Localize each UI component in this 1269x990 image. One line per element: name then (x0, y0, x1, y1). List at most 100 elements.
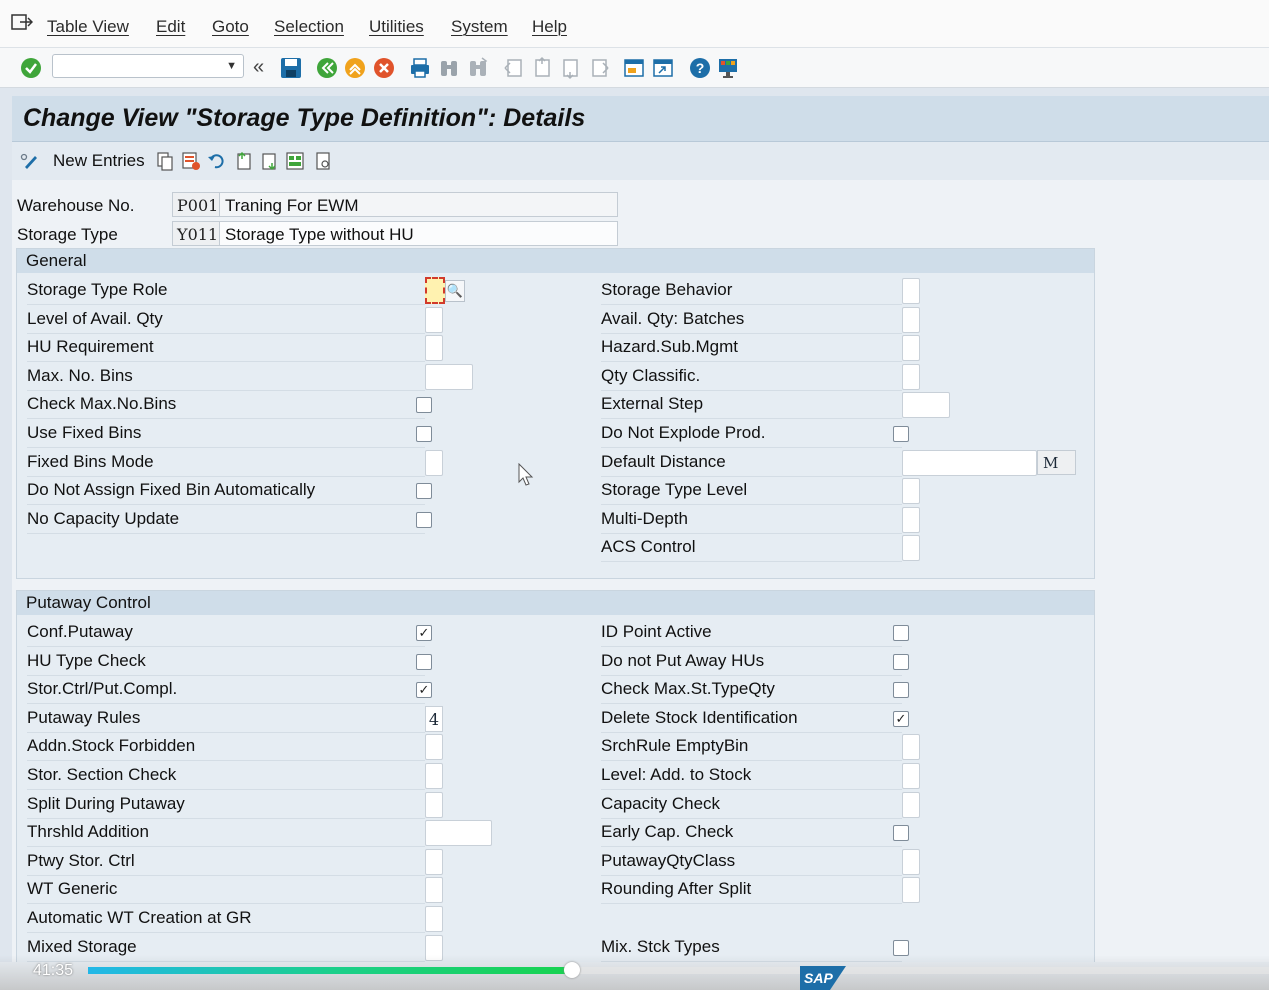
menu-selection[interactable]: Selection (274, 17, 344, 37)
check-max-st-typeqty-checkbox[interactable] (893, 682, 909, 699)
multi-depth-label: Multi-Depth (601, 508, 688, 528)
stor-section-check-separator (27, 789, 425, 790)
putawayqtyclass-field[interactable] (902, 848, 920, 875)
menu-edit[interactable]: Edit (156, 17, 185, 37)
multi-depth-separator (601, 532, 902, 534)
menu-table-view[interactable]: Table View (47, 17, 129, 37)
avail-qty-batches-field[interactable] (902, 306, 920, 333)
hazard-sub-mgmt-field[interactable] (902, 335, 920, 362)
putaway-rules-separator (27, 731, 425, 733)
mix-stck-types-checkbox[interactable] (893, 939, 909, 956)
copy-as-icon[interactable] (155, 151, 175, 171)
qty-classific-field[interactable] (902, 363, 920, 390)
menu-help[interactable]: Help (532, 17, 567, 37)
level-of-avail-qty-separator (27, 332, 425, 334)
dropdown-arrow-icon[interactable]: ▼ (226, 60, 237, 72)
automatic-wt-creation-at-gr-field[interactable] (425, 906, 443, 932)
do-not-explode-prod-label: Do Not Explode Prod. (601, 423, 766, 442)
fixed-bins-mode-field[interactable] (425, 449, 443, 476)
menu-utilities[interactable]: Utilities (369, 17, 424, 37)
capacity-check-separator (601, 817, 902, 819)
default-distance-field[interactable] (902, 449, 1037, 476)
early-cap-check-checkbox[interactable] (893, 825, 909, 842)
check-max-no-bins-label: Check Max.No.Bins (27, 394, 177, 414)
undo-change-icon[interactable] (207, 151, 227, 171)
video-progress-track[interactable] (88, 967, 1269, 974)
video-time: 41:35 (33, 962, 74, 979)
mix-stck-types-label: Mix. Stck Types (601, 936, 720, 956)
help-icon[interactable]: ? (688, 56, 712, 80)
level-of-avail-qty-field[interactable] (425, 306, 443, 333)
find-icon[interactable] (437, 56, 461, 80)
last-page-icon[interactable] (587, 56, 611, 80)
create-session-icon[interactable] (622, 56, 646, 80)
customize-layout-icon[interactable] (716, 56, 740, 80)
next-entry-icon[interactable] (260, 151, 280, 171)
automatic-wt-creation-at-gr-label: Automatic WT Creation at GR (27, 908, 252, 927)
ptwy-stor-ctrl-field[interactable] (425, 848, 443, 875)
print-field-list-icon[interactable] (313, 151, 333, 171)
thrshld-addition-field[interactable] (425, 820, 492, 847)
do-not-assign-fixed-bin-automatically-checkbox[interactable] (416, 483, 432, 500)
menu-goto[interactable]: Goto (212, 17, 249, 37)
capacity-check-field[interactable] (902, 791, 920, 818)
new-entries-button[interactable]: New Entries (53, 151, 145, 171)
split-during-putaway-field[interactable] (425, 791, 443, 818)
storage-behavior-field[interactable] (902, 278, 920, 304)
max-no-bins-field[interactable] (425, 363, 473, 390)
rounding-after-split-field[interactable] (902, 877, 920, 904)
check-max-no-bins-checkbox[interactable] (416, 397, 432, 414)
back-chevron-icon[interactable]: « (253, 56, 264, 79)
next-page-icon[interactable] (558, 56, 582, 80)
level-add-to-stock-field[interactable] (902, 763, 920, 789)
do-not-assign-fixed-bin-automatically-label: Do Not Assign Fixed Bin Automatically (27, 480, 316, 500)
srchrule-emptybin-field[interactable] (902, 734, 920, 761)
external-step-label: External Step (601, 394, 704, 414)
find-next-icon[interactable] (466, 56, 490, 80)
putaway-rules-field[interactable]: 4 (425, 705, 443, 732)
no-capacity-update-checkbox[interactable] (416, 511, 432, 528)
display-change-icon[interactable] (19, 151, 39, 171)
do-not-put-away-hus-checkbox[interactable] (893, 653, 909, 670)
stor-section-check-field[interactable] (425, 763, 443, 789)
wt-generic-field[interactable] (425, 877, 443, 904)
max-no-bins-separator (27, 389, 425, 391)
select-all-icon[interactable] (285, 151, 305, 171)
shortcut-icon[interactable] (651, 56, 675, 80)
delete-icon[interactable] (181, 151, 201, 171)
multi-depth-field[interactable] (902, 506, 920, 533)
delete-stock-identification-label: Delete Stock Identification (601, 707, 798, 727)
previous-entry-icon[interactable] (233, 151, 253, 171)
previous-page-icon[interactable] (530, 56, 554, 80)
cancel-icon[interactable] (372, 56, 396, 80)
hu-type-check-checkbox[interactable] (416, 653, 432, 670)
video-progress-knob[interactable] (564, 962, 580, 978)
acs-control-field[interactable] (902, 535, 920, 562)
search-help-icon[interactable]: 🔍 (445, 280, 465, 302)
stor-ctrl-put-compl-checkbox[interactable]: ✓ (416, 682, 432, 699)
id-point-active-checkbox[interactable] (893, 625, 909, 641)
conf-putaway-checkbox[interactable]: ✓ (416, 625, 432, 641)
storage-type-role-field[interactable] (425, 277, 445, 304)
save-icon[interactable] (279, 56, 303, 80)
hu-requirement-field[interactable] (425, 335, 443, 362)
enter-check-icon[interactable] (19, 56, 43, 80)
menu-exit-icon[interactable] (11, 14, 33, 30)
command-field[interactable]: ▼ (52, 54, 244, 78)
qty-classific-label: Qty Classific. (601, 365, 701, 385)
storage-type-level-field[interactable] (902, 478, 920, 505)
addn-stock-forbidden-field[interactable] (425, 734, 443, 761)
external-step-field[interactable] (902, 392, 950, 419)
print-icon[interactable] (408, 56, 432, 80)
exit-icon[interactable] (343, 56, 367, 80)
back-icon[interactable] (315, 56, 339, 80)
storage-type-role-separator (27, 304, 425, 305)
avail-qty-batches-separator (601, 332, 902, 334)
no-capacity-update-separator (27, 532, 425, 534)
do-not-explode-prod-checkbox[interactable] (893, 426, 909, 442)
use-fixed-bins-checkbox[interactable] (416, 426, 432, 442)
menu-system[interactable]: System (451, 17, 508, 37)
first-page-icon[interactable] (502, 56, 526, 80)
delete-stock-identification-checkbox[interactable]: ✓ (893, 710, 909, 727)
hu-type-check-label: HU Type Check (27, 650, 146, 670)
